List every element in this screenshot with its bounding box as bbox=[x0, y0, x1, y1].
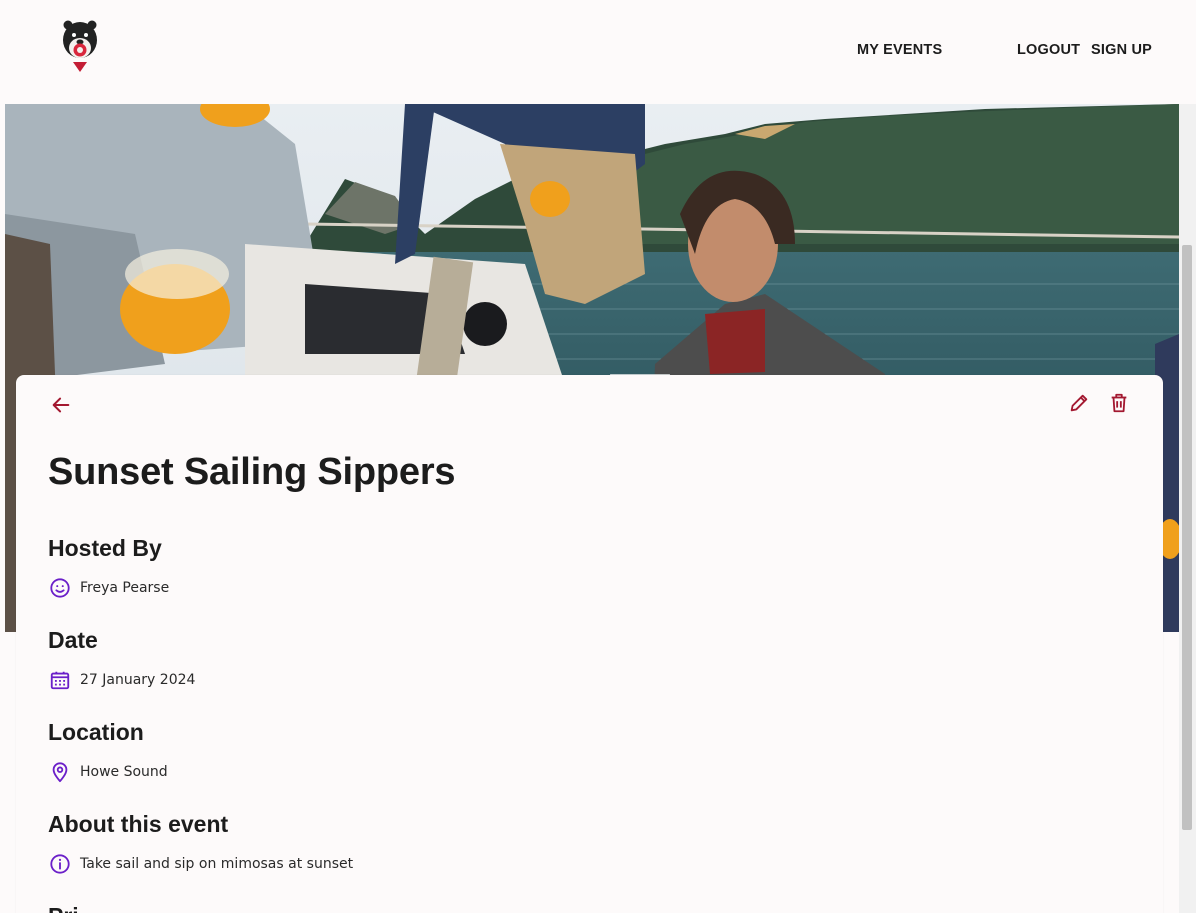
info-icon bbox=[48, 852, 72, 876]
edit-pencil-icon[interactable] bbox=[1068, 392, 1090, 414]
date-row: 27 January 2024 bbox=[48, 668, 195, 692]
event-location: Howe Sound bbox=[80, 764, 168, 780]
location-row: Howe Sound bbox=[48, 760, 168, 784]
about-heading: About this event bbox=[48, 811, 229, 837]
host-name: Freya Pearse bbox=[80, 580, 170, 596]
date-heading: Date bbox=[48, 627, 98, 653]
event-date: 27 January 2024 bbox=[80, 672, 196, 688]
page-scrollbar-thumb[interactable] bbox=[1182, 245, 1192, 830]
event-detail-card: Sunset Sailing Sippers Hosted By Freya P… bbox=[16, 375, 1163, 913]
event-description: Take sail and sip on mimosas at sunset bbox=[80, 856, 354, 872]
bear-logo-icon[interactable] bbox=[60, 18, 100, 74]
event-title: Sunset Sailing Sippers bbox=[48, 451, 456, 493]
hosted-by-row: Freya Pearse bbox=[48, 576, 169, 600]
nav-logout-link[interactable]: LOGOUT bbox=[1017, 42, 1080, 58]
location-heading: Location bbox=[48, 719, 144, 745]
smiley-face-icon bbox=[48, 576, 72, 600]
nav-sign-up-link[interactable]: SIGN UP bbox=[1091, 42, 1152, 58]
price-heading: Pri bbox=[48, 903, 79, 913]
nav-my-events-link[interactable]: MY EVENTS bbox=[857, 42, 942, 58]
calendar-icon bbox=[48, 668, 72, 692]
about-row: Take sail and sip on mimosas at sunset bbox=[48, 852, 353, 876]
top-nav-bar: MY EVENTS LOGOUT SIGN UP bbox=[0, 0, 1196, 104]
delete-trash-icon[interactable] bbox=[1108, 392, 1130, 414]
location-pin-icon bbox=[48, 760, 72, 784]
back-arrow-icon[interactable] bbox=[50, 394, 72, 416]
hosted-by-heading: Hosted By bbox=[48, 535, 162, 561]
